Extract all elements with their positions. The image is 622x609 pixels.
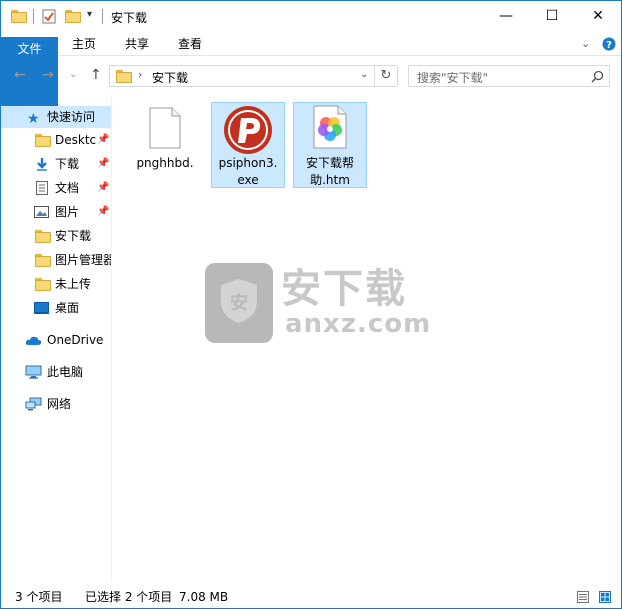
folder-icon	[35, 278, 51, 291]
pictures-icon	[34, 206, 49, 218]
up-icon[interactable]: ↑	[90, 67, 102, 83]
file-name: 安下载帮 助.htm	[305, 156, 354, 187]
selection-size: 7.08 MB	[179, 590, 229, 604]
watermark-badge-icon: 安	[205, 263, 273, 343]
pin-icon: 📌	[97, 134, 110, 145]
address-path: 安下载	[152, 71, 189, 85]
nav-item-anxz[interactable]: 安下载	[1, 225, 111, 247]
pin-icon: 📌	[97, 182, 110, 193]
blank-file-icon	[149, 107, 181, 149]
folder-icon	[11, 10, 27, 23]
svg-text:安: 安	[230, 292, 248, 314]
properties-icon[interactable]	[42, 9, 56, 24]
status-bar: 3 个项目 已选择 2 个项目 7.08 MB	[1, 585, 621, 608]
search-placeholder: 搜索"安下载"	[417, 71, 489, 85]
onedrive-cloud-icon	[25, 336, 42, 345]
customize-quick-access-icon[interactable]: ▾	[87, 9, 92, 20]
watermark-title: 安下载	[281, 266, 407, 312]
new-folder-icon[interactable]	[65, 10, 81, 23]
address-dropdown-icon[interactable]: ⌄	[360, 69, 368, 80]
expand-ribbon-icon[interactable]: ⌄	[581, 37, 590, 50]
file-item-help-htm[interactable]: 安下载帮 助.htm	[293, 102, 367, 188]
forward-icon[interactable]: →	[42, 67, 54, 83]
explorer-window: ▾ 安下载 — ☐ ✕ 文件 主页 共享 查看 ⌄ ? ← → ⌄ ↑ › 安下…	[0, 0, 622, 609]
minimize-button[interactable]: —	[483, 1, 529, 32]
ribbon-tabs: 文件 主页 共享 查看 ⌄ ?	[1, 32, 621, 123]
item-count: 3 个项目	[15, 590, 63, 604]
psiphon-app-icon	[224, 106, 272, 154]
close-button[interactable]: ✕	[575, 1, 621, 32]
pin-icon: 📌	[97, 206, 110, 217]
download-arrow-icon	[37, 158, 47, 171]
nav-item-this-pc[interactable]: 此电脑	[1, 361, 111, 383]
nav-item-not-uploaded[interactable]: 未上传	[1, 273, 111, 295]
tab-view[interactable]: 查看	[167, 32, 213, 56]
search-icon[interactable]	[591, 70, 604, 83]
details-view-icon[interactable]	[577, 591, 589, 603]
htm-file-icon	[313, 105, 347, 149]
file-name: psiphon3. exe	[218, 156, 278, 187]
folder-icon	[35, 230, 51, 243]
desktop-icon	[34, 302, 49, 314]
nav-item-desktop[interactable]: Desktc 📌	[1, 129, 111, 151]
folder-icon	[35, 134, 51, 147]
navigation-pane: ★ 快速访问 Desktc 📌 下载 📌 文档 📌 图片 📌 安下载 图片管理器…	[1, 97, 112, 581]
nav-item-onedrive[interactable]: OneDrive	[1, 329, 111, 351]
back-icon[interactable]: ←	[14, 67, 26, 83]
nav-item-downloads[interactable]: 下载 📌	[1, 153, 111, 175]
document-icon	[36, 181, 48, 195]
address-bar[interactable]: › 安下载 ⌄	[109, 65, 375, 87]
file-name: pnghhbd.	[136, 156, 194, 170]
help-icon[interactable]: ?	[602, 37, 616, 51]
title-bar: ▾ 安下载 — ☐ ✕	[1, 1, 621, 32]
star-icon: ★	[27, 111, 40, 127]
watermark: 安 安下载 anxz.com	[205, 263, 430, 343]
nav-item-documents[interactable]: 文档 📌	[1, 177, 111, 199]
nav-item-quick-access[interactable]: ★ 快速访问	[1, 106, 111, 128]
search-input[interactable]: 搜索"安下载"	[408, 65, 610, 87]
nav-item-image-manager[interactable]: 图片管理器	[1, 249, 111, 271]
nav-item-desktop-folder[interactable]: 桌面	[1, 297, 111, 319]
svg-text:?: ?	[606, 40, 612, 51]
large-icons-view-icon[interactable]	[599, 591, 611, 603]
window-title: 安下载	[111, 11, 148, 25]
nav-item-network[interactable]: 网络	[1, 393, 111, 415]
folder-icon	[35, 254, 51, 267]
selection-count: 已选择 2 个项目	[85, 590, 173, 604]
file-item-psiphon3[interactable]: psiphon3. exe	[211, 102, 285, 188]
recent-locations-icon[interactable]: ⌄	[69, 67, 77, 83]
watermark-subtitle: anxz.com	[285, 309, 432, 339]
tab-share[interactable]: 共享	[114, 32, 160, 56]
pin-icon: 📌	[97, 158, 110, 169]
maximize-button[interactable]: ☐	[529, 1, 575, 32]
file-item-pnghhbd[interactable]: pnghhbd.	[129, 103, 203, 189]
network-icon	[25, 397, 42, 411]
nav-item-pictures[interactable]: 图片 📌	[1, 201, 111, 223]
refresh-button[interactable]: ↻	[375, 65, 398, 87]
folder-icon	[116, 70, 132, 83]
chevron-right-icon: ›	[138, 68, 143, 81]
computer-icon	[25, 365, 42, 379]
tab-home[interactable]: 主页	[61, 32, 107, 56]
address-row: ← → ⌄ ↑ › 安下载 ⌄ ↻ 搜索"安下载"	[1, 57, 621, 95]
